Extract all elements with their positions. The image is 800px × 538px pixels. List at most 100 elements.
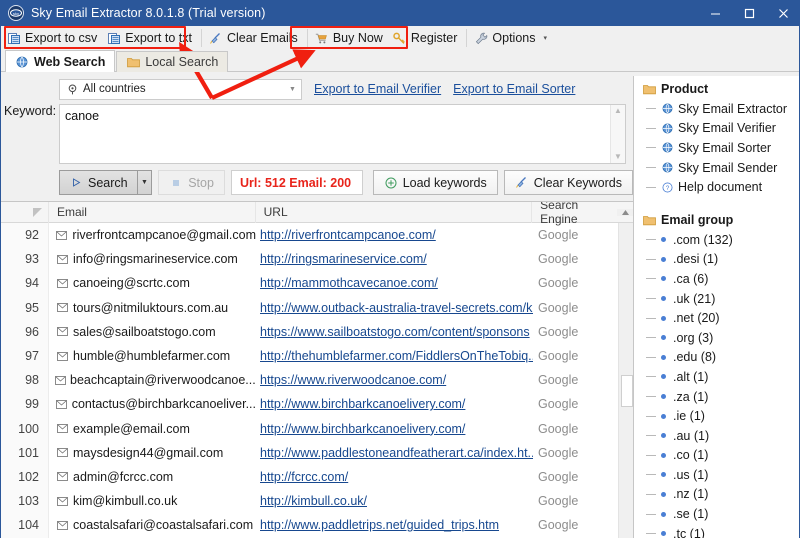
country-select[interactable]: All countries ▼: [59, 78, 302, 100]
table-row[interactable]: 102 admin@fcrcc.com http://fcrcc.com/ Go…: [1, 464, 618, 490]
row-search-engine: Google: [538, 300, 579, 315]
grid-vertical-scrollbar[interactable]: [618, 223, 633, 538]
table-row[interactable]: 104 coastalsafari@coastalsafari.com http…: [1, 513, 618, 538]
select-all-corner-icon[interactable]: [32, 207, 42, 217]
row-url[interactable]: http://www.outback-australia-travel-secr…: [256, 301, 533, 315]
table-row[interactable]: 100 example@email.com http://www.birchba…: [1, 416, 618, 441]
row-url[interactable]: http://www.birchbarkcanoelivery.com/: [256, 397, 533, 411]
email-group-item-ca[interactable]: .ca (6): [642, 269, 799, 289]
tree-branch-line: [646, 239, 656, 241]
sky-app-icon: sky: [8, 5, 24, 21]
table-row[interactable]: 97 humble@humblefarmer.com http://thehum…: [1, 343, 618, 369]
envelope-icon: [55, 373, 66, 387]
sidebar-item-help-document[interactable]: ? Help document: [642, 177, 799, 197]
email-group-item-nz[interactable]: .nz (1): [642, 485, 799, 505]
email-group-item-edu[interactable]: .edu (8): [642, 348, 799, 368]
minimize-icon[interactable]: [698, 0, 732, 26]
broom-icon: [209, 31, 223, 45]
scroll-up-icon[interactable]: ▲: [614, 107, 622, 115]
row-url[interactable]: http://www.paddlestoneandfeatherart.ca/i…: [256, 446, 533, 460]
keyword-textarea[interactable]: canoe ▲ ▼: [59, 104, 626, 164]
row-search-engine: Google: [538, 276, 579, 291]
envelope-icon: [55, 446, 69, 460]
search-button[interactable]: Search: [59, 170, 138, 195]
envelope-icon: [55, 325, 69, 339]
load-keywords-button[interactable]: Load keywords: [372, 170, 498, 195]
tab-local-search[interactable]: Local Search: [116, 51, 229, 72]
export-to-txt-button[interactable]: Export to txt: [103, 27, 198, 49]
buy-now-button[interactable]: Buy Now: [311, 27, 389, 49]
table-row[interactable]: 101 maysdesign44@gmail.com http://www.pa…: [1, 440, 618, 465]
options-button[interactable]: Options ▾: [470, 27, 553, 49]
row-url[interactable]: http://mammothcavecanoe.com/: [256, 276, 533, 290]
bullet-icon: [661, 374, 666, 380]
toolbar-separator-3: [466, 29, 468, 47]
envelope-icon: [55, 228, 68, 242]
row-url[interactable]: http://www.birchbarkcanoelivery.com/: [256, 422, 533, 436]
load-keywords-label: Load keywords: [402, 175, 487, 190]
clear-emails-button[interactable]: Clear Emails: [205, 27, 304, 49]
row-url[interactable]: http://www.paddletrips.net/guided_trips.…: [256, 518, 533, 532]
row-url[interactable]: https://www.sailboatstogo.com/content/sp…: [256, 325, 533, 339]
search-dropdown-button[interactable]: ▼: [137, 170, 153, 195]
chevron-down-icon[interactable]: ▾: [543, 35, 547, 42]
stop-button[interactable]: Stop: [158, 170, 225, 195]
register-button[interactable]: Register: [389, 27, 464, 49]
row-url[interactable]: http://riverfrontcampcanoe.com/: [256, 228, 533, 242]
email-group-item-ie[interactable]: .ie (1): [642, 406, 799, 426]
table-row[interactable]: 93 info@ringsmarineservice.com http://ri…: [1, 247, 618, 272]
sidebar-item-sky-email-extractor[interactable]: Sky Email Extractor: [642, 99, 799, 119]
grid-header-email[interactable]: Email: [49, 202, 256, 223]
email-group-item-co[interactable]: .co (1): [642, 446, 799, 466]
row-email-text: canoeing@scrtc.com: [73, 276, 190, 291]
grid-header-url[interactable]: URL: [256, 202, 533, 223]
row-url[interactable]: http://ringsmarineservice.com/: [256, 252, 533, 266]
row-url[interactable]: http://thehumblefarmer.com/FiddlersOnThe…: [256, 349, 533, 363]
table-row[interactable]: 92 riverfrontcampcanoe@gmail.com http://…: [1, 223, 618, 248]
search-column: All countries ▼ Export to Email Verifier…: [1, 72, 633, 538]
grid-header-index[interactable]: [1, 202, 49, 223]
client-area: Export to csv Export to txt Clear Emails…: [0, 26, 800, 538]
scroll-down-icon[interactable]: ▼: [614, 153, 622, 161]
email-group-item-uk[interactable]: .uk (21): [642, 289, 799, 309]
export-to-csv-button[interactable]: Export to csv: [3, 27, 103, 49]
export-to-email-verifier-link[interactable]: Export to Email Verifier: [314, 82, 441, 96]
email-group-item-za[interactable]: .za (1): [642, 387, 799, 407]
table-row[interactable]: 103 kim@kimbull.co.uk http://kimbull.co.…: [1, 489, 618, 514]
row-url[interactable]: https://www.riverwoodcanoe.com/: [256, 373, 533, 387]
email-group-item-tc[interactable]: .tc (1): [642, 524, 799, 538]
email-group-item-se[interactable]: .se (1): [642, 504, 799, 524]
options-label: Options: [492, 31, 536, 45]
row-url[interactable]: http://kimbull.co.uk/: [256, 494, 533, 508]
email-group-item-org[interactable]: .org (3): [642, 328, 799, 348]
email-group-item-net[interactable]: .net (20): [642, 308, 799, 328]
tab-web-search[interactable]: Web Search: [5, 50, 116, 72]
maximize-icon[interactable]: [732, 0, 766, 26]
table-row[interactable]: 95 tours@nitmiluktours.com.au http://www…: [1, 295, 618, 320]
scroll-up-icon[interactable]: [617, 208, 633, 216]
row-index: 95: [1, 295, 49, 320]
sidebar-item-sky-email-verifier[interactable]: Sky Email Verifier: [642, 119, 799, 139]
scrollbar-thumb[interactable]: [621, 375, 633, 407]
buy-now-label: Buy Now: [332, 31, 383, 45]
email-group-item-alt[interactable]: .alt (1): [642, 367, 799, 387]
email-group-item-au[interactable]: .au (1): [642, 426, 799, 446]
table-row[interactable]: 99 contactus@birchbarkcanoeliver... http…: [1, 392, 618, 417]
tab-web-search-label: Web Search: [34, 54, 106, 69]
table-row[interactable]: 98 beachcaptain@riverwoodcanoe.... https…: [1, 368, 618, 393]
close-icon[interactable]: [766, 0, 800, 26]
chevron-down-icon[interactable]: ▼: [284, 80, 301, 99]
email-group-item-com[interactable]: .com (132): [642, 230, 799, 250]
grid-header-search-engine[interactable]: Search Engine: [532, 202, 617, 226]
sidebar-item-sky-email-sender[interactable]: Sky Email Sender: [642, 158, 799, 178]
clear-keywords-button[interactable]: Clear Keywords: [503, 170, 633, 195]
table-row[interactable]: 94 canoeing@scrtc.com http://mammothcave…: [1, 271, 618, 296]
email-group-item-us[interactable]: .us (1): [642, 465, 799, 485]
email-group-item-desi[interactable]: .desi (1): [642, 250, 799, 270]
table-row[interactable]: 96 sales@sailboatstogo.com https://www.s…: [1, 319, 618, 344]
row-url[interactable]: http://fcrcc.com/: [256, 470, 533, 484]
row-search-engine: Google: [538, 324, 579, 339]
keyword-scrollbar[interactable]: ▲ ▼: [610, 105, 625, 163]
sidebar-item-sky-email-sorter[interactable]: Sky Email Sorter: [642, 138, 799, 158]
export-to-email-sorter-link[interactable]: Export to Email Sorter: [453, 82, 575, 96]
